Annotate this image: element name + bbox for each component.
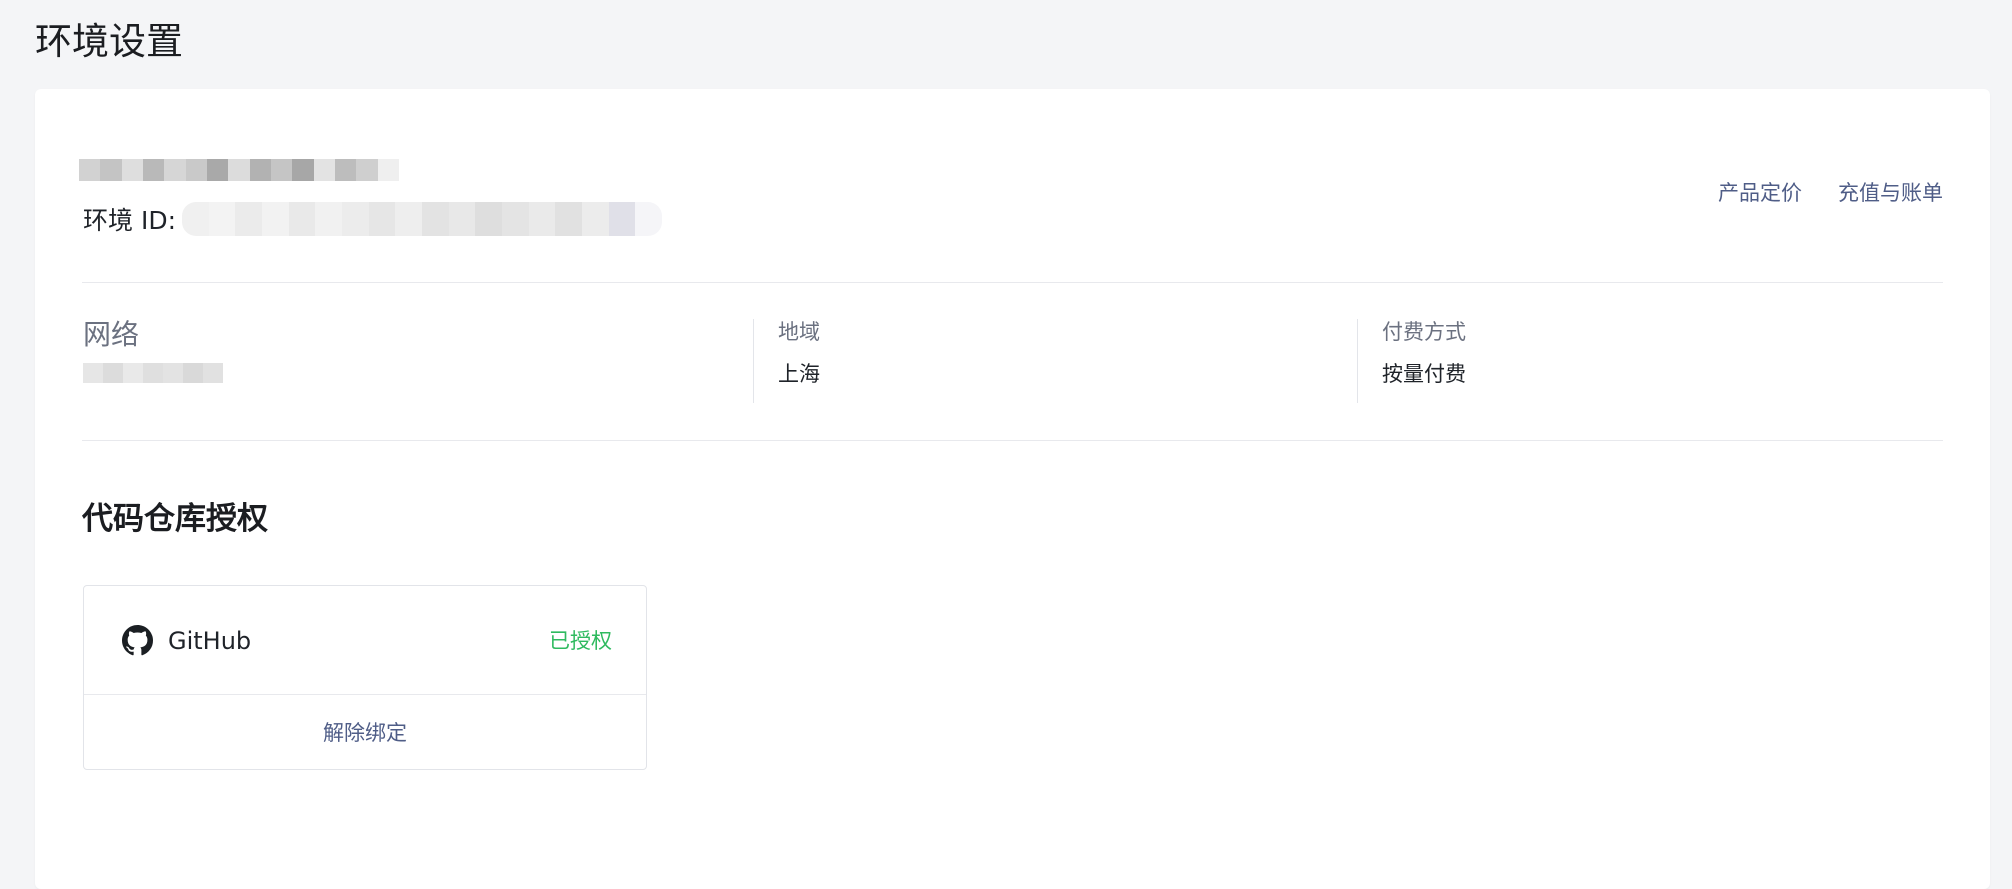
section-title: 代码仓库授权 [82, 501, 268, 537]
billing-method-value: 按量付费 [1382, 362, 1466, 386]
repo-provider-name: GitHub [168, 627, 252, 655]
divider [82, 440, 1943, 441]
repo-card-header: GitHub 已授权 [84, 586, 646, 695]
column-separator [1357, 319, 1358, 403]
divider [82, 282, 1943, 283]
billing-method-label: 付费方式 [1382, 320, 1466, 344]
billing-info: 付费方式 按量付费 [1382, 317, 1466, 389]
network-info: 网络 [83, 315, 223, 383]
env-name-redacted [79, 159, 399, 181]
region-label: 地域 [778, 320, 820, 344]
auth-status-badge: 已授权 [549, 629, 612, 653]
pricing-link[interactable]: 产品定价 [1718, 177, 1802, 207]
network-redacted [83, 363, 223, 383]
env-id-row: 环境 ID: [83, 199, 662, 239]
github-auth-card: GitHub 已授权 解除绑定 [83, 585, 647, 770]
env-id-redacted [182, 202, 662, 236]
github-icon [122, 625, 153, 656]
env-id-label: 环境 ID: [83, 206, 176, 235]
top-links: 产品定价 充值与账单 [1718, 177, 1943, 207]
settings-card: 环境 ID: 产品定价 充值与账单 网络 地域 上海 付费方式 按量付费 代码仓… [35, 89, 1990, 889]
network-label: 网络 [83, 318, 140, 351]
unbind-button[interactable]: 解除绑定 [84, 695, 646, 769]
region-info: 地域 上海 [778, 317, 820, 389]
page-title: 环境设置 [35, 20, 183, 63]
region-value: 上海 [778, 362, 820, 386]
billing-link[interactable]: 充值与账单 [1838, 177, 1943, 207]
column-separator [753, 319, 754, 403]
